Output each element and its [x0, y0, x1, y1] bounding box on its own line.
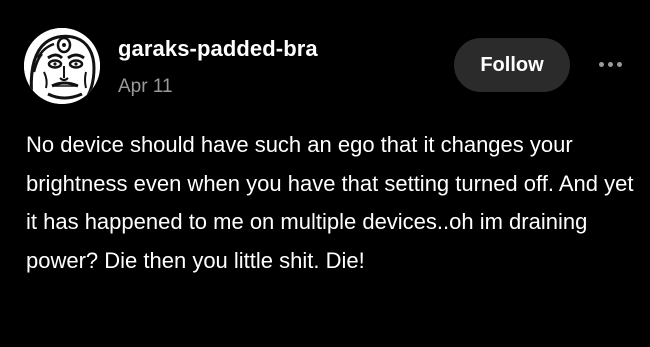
post-body-text: No device should have such an ego that i… [26, 132, 634, 273]
post-card: garaks-padded-bra Apr 11 Follow No devic… [0, 0, 650, 347]
more-horizontal-icon [607, 61, 613, 67]
more-options-button[interactable] [588, 50, 632, 78]
follow-button[interactable]: Follow [454, 38, 570, 92]
more-horizontal-icon [616, 61, 622, 67]
avatar-face-drawing-icon [24, 28, 100, 104]
post-username[interactable]: garaks-padded-bra [118, 36, 318, 62]
more-horizontal-icon [598, 61, 604, 67]
post-date[interactable]: Apr 11 [118, 76, 173, 98]
avatar[interactable] [24, 28, 100, 104]
